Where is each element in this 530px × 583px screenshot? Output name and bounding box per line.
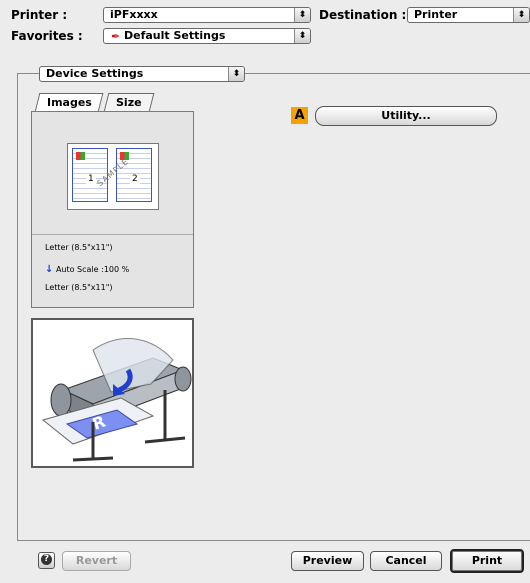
destination-select[interactable]: Printer ⬍ [407,7,530,23]
paper-size-bottom: Letter (8.5"x11") [45,283,113,292]
tab-images[interactable]: Images [34,93,104,112]
destination-value: Printer [414,8,458,21]
popup-arrows-icon: ⬍ [513,8,529,22]
favorites-select[interactable]: ✒ Default Settings ⬍ [103,28,311,44]
panel-select-value: Device Settings [46,67,144,80]
page-number-2: 2 [130,174,140,184]
printer-illustration-panel: R [31,318,194,468]
revert-button[interactable]: Revert [62,551,131,571]
paper-size-top: Letter (8.5"x11") [45,243,113,252]
utility-marker: A [291,107,308,124]
panel-select[interactable]: Device Settings ⬍ [39,66,245,82]
popup-arrows-icon: ⬍ [294,29,310,43]
page-number-1: 1 [86,174,96,184]
help-button[interactable]: ? [38,552,55,569]
preview-divider [32,234,193,235]
auto-scale-text: Auto Scale :100 % [55,265,130,274]
page-thumbnail-2: 2 [116,148,152,202]
tab-images-label: Images [46,96,92,109]
help-icon: ? [41,554,52,565]
favorite-flame-icon: ✒ [111,30,121,43]
utility-button[interactable]: Utility... [315,106,497,126]
tab-size-label: Size [116,96,142,109]
printer-value: iPFxxxx [110,8,158,21]
preview-button[interactable]: Preview [291,551,364,571]
down-arrow-icon: ↓ [45,264,54,275]
tab-size[interactable]: Size [103,93,155,112]
printer-select[interactable]: iPFxxxx ⬍ [103,7,311,23]
popup-arrows-icon: ⬍ [294,8,310,22]
favorites-label: Favorites : [11,29,83,43]
printer-illustration: R [41,338,192,462]
layout-preview-panel: 1 2 SAMPLE Letter (8.5"x11") ↓ Auto Scal… [31,111,194,308]
printer-label: Printer : [11,8,68,22]
page-image-icon [76,152,85,160]
favorites-value: Default Settings [124,29,226,42]
popup-arrows-icon: ⬍ [228,67,244,81]
auto-scale-row: ↓ Auto Scale :100 % [45,264,129,275]
print-button[interactable]: Print [450,549,524,573]
cancel-button[interactable]: Cancel [370,551,442,571]
destination-label: Destination : [319,8,407,22]
